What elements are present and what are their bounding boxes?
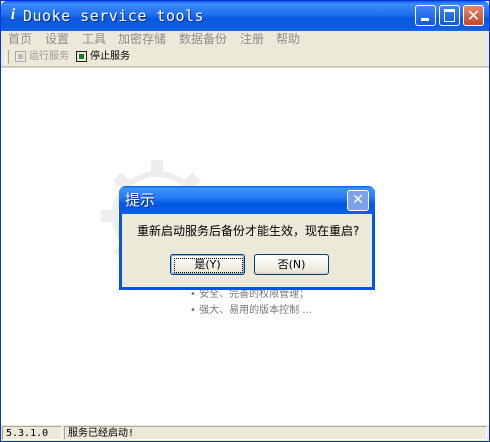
yes-button[interactable]: 是(Y): [170, 254, 245, 275]
close-button[interactable]: ✕: [463, 5, 484, 26]
menu-bar: 首页 设置 工具 加密存储 数据备份 注册 帮助: [1, 31, 489, 47]
menu-register[interactable]: 注册: [240, 31, 264, 47]
status-message: 服务已经启动!: [64, 426, 487, 440]
stop-service-button[interactable]: 停止服务: [76, 48, 131, 65]
menu-tools[interactable]: 工具: [82, 31, 106, 47]
window-title: Duoke service tools: [23, 7, 205, 25]
close-icon: ✕: [352, 192, 364, 208]
close-icon: ✕: [466, 6, 481, 25]
prompt-dialog: 提示 ✕ 重新启动服务后备份才能生效，现在重启? 是(Y) 否(N): [119, 186, 375, 290]
dialog-title-bar[interactable]: 提示 ✕: [119, 186, 375, 214]
run-service-button[interactable]: 运行服务: [15, 48, 70, 65]
toolbar-grip[interactable]: [5, 50, 9, 64]
no-button-label: 否(N): [277, 258, 306, 271]
app-icon: i: [10, 6, 16, 23]
minimize-icon: [421, 18, 429, 21]
menu-home[interactable]: 首页: [8, 31, 32, 47]
status-bar: 5.3.1.0 服务已经启动!: [1, 425, 489, 441]
menu-settings[interactable]: 设置: [45, 31, 69, 47]
minimize-button[interactable]: [415, 5, 436, 26]
maximize-button[interactable]: [439, 5, 460, 26]
dialog-message: 重新启动服务后备份才能生效，现在重启?: [137, 224, 360, 238]
menu-help[interactable]: 帮助: [276, 31, 300, 47]
toolbar: 运行服务 停止服务: [1, 47, 489, 67]
menu-data-backup[interactable]: 数据备份: [179, 31, 227, 47]
no-button[interactable]: 否(N): [254, 254, 329, 275]
feature-bullet: • 强大、易用的版本控制 ...: [190, 305, 312, 316]
title-bar[interactable]: i Duoke service tools ✕: [1, 1, 489, 31]
dialog-close-button[interactable]: ✕: [347, 190, 369, 211]
stop-service-icon: [76, 51, 87, 62]
dialog-title: 提示: [125, 191, 156, 209]
stop-service-label: 停止服务: [90, 51, 130, 62]
run-service-icon: [15, 51, 26, 62]
menu-encrypted-storage[interactable]: 加密存储: [118, 31, 166, 47]
status-version: 5.3.1.0: [2, 426, 62, 440]
maximize-icon: [444, 9, 455, 22]
run-service-label: 运行服务: [29, 51, 69, 62]
focus-rectangle: [174, 258, 243, 273]
